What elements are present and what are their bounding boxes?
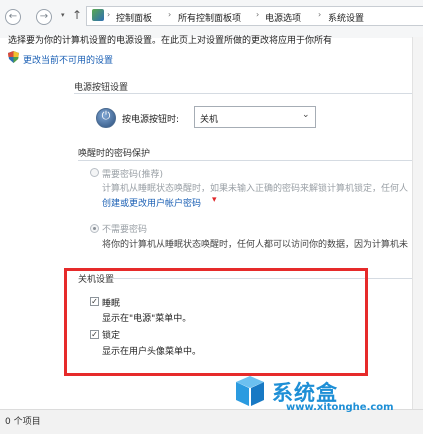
power-button-label: 按电源按钮时:	[122, 115, 180, 125]
require-password-radio[interactable]	[90, 168, 99, 177]
forward-button[interactable]: →	[36, 9, 52, 25]
uac-shield-icon: ▾	[212, 195, 217, 205]
control-panel-icon	[92, 9, 104, 21]
arrow-up-icon: ↑	[72, 8, 83, 22]
change-unavailable-settings-link[interactable]: 更改当前不可用的设置	[23, 53, 113, 66]
breadcrumb-control-panel[interactable]: 控制面板	[116, 11, 152, 24]
wake-password-section-title: 唤醒时的密码保护	[78, 149, 151, 159]
breadcrumb-separator-icon[interactable]: ›	[107, 10, 110, 19]
chevron-down-icon: ▾	[61, 11, 65, 19]
breadcrumb-separator-icon[interactable]: ›	[168, 10, 171, 19]
create-password-link[interactable]: 创建或更改用户帐户密码	[102, 196, 201, 209]
chevron-down-icon: ⌄	[302, 110, 310, 120]
section-divider	[78, 160, 412, 161]
arrow-right-icon: →	[39, 11, 49, 22]
watermark-logo-icon	[236, 376, 264, 406]
power-button-action-value: 关机	[200, 115, 219, 125]
watermark-url: www.xitonghe.com	[286, 402, 394, 413]
power-symbol-icon: ⏻	[101, 109, 111, 122]
back-button[interactable]: ←	[5, 9, 21, 25]
require-password-description: 计算机从睡眠状态唤醒时，如果未输入正确的密码来解锁计算机锁定，任何人	[102, 184, 409, 194]
uac-shield-icon	[8, 51, 19, 63]
breadcrumb-all-items[interactable]: 所有控制面板项	[178, 11, 241, 24]
breadcrumb-separator-icon[interactable]: ›	[256, 10, 259, 19]
no-password-label: 不需要密码	[102, 225, 148, 235]
breadcrumb-system-settings[interactable]: 系统设置	[328, 11, 364, 24]
power-button-section-title: 电源按钮设置	[74, 83, 129, 93]
no-password-radio[interactable]	[90, 224, 99, 233]
breadcrumb-separator-icon[interactable]: ›	[318, 10, 321, 19]
page-description: 选择要为你的计算机设置的电源设置。在此页上对设置所做的更改将应用于你所有	[8, 36, 333, 46]
no-password-description: 将你的计算机从睡眠状态唤醒时，任何人都可以访问你的数据，因为计算机未	[102, 240, 409, 250]
require-password-label: 需要密码(推荐)	[102, 170, 164, 180]
up-button[interactable]: ↑	[72, 8, 82, 22]
status-item-count: 0 个项目	[5, 417, 41, 427]
arrow-left-icon: ←	[8, 11, 18, 22]
vertical-scrollbar[interactable]	[412, 37, 423, 409]
highlight-annotation	[64, 268, 368, 376]
breadcrumb-power-options[interactable]: 电源选项	[265, 11, 301, 24]
section-divider	[74, 93, 412, 94]
recent-locations-button[interactable]: ▾	[61, 11, 65, 19]
